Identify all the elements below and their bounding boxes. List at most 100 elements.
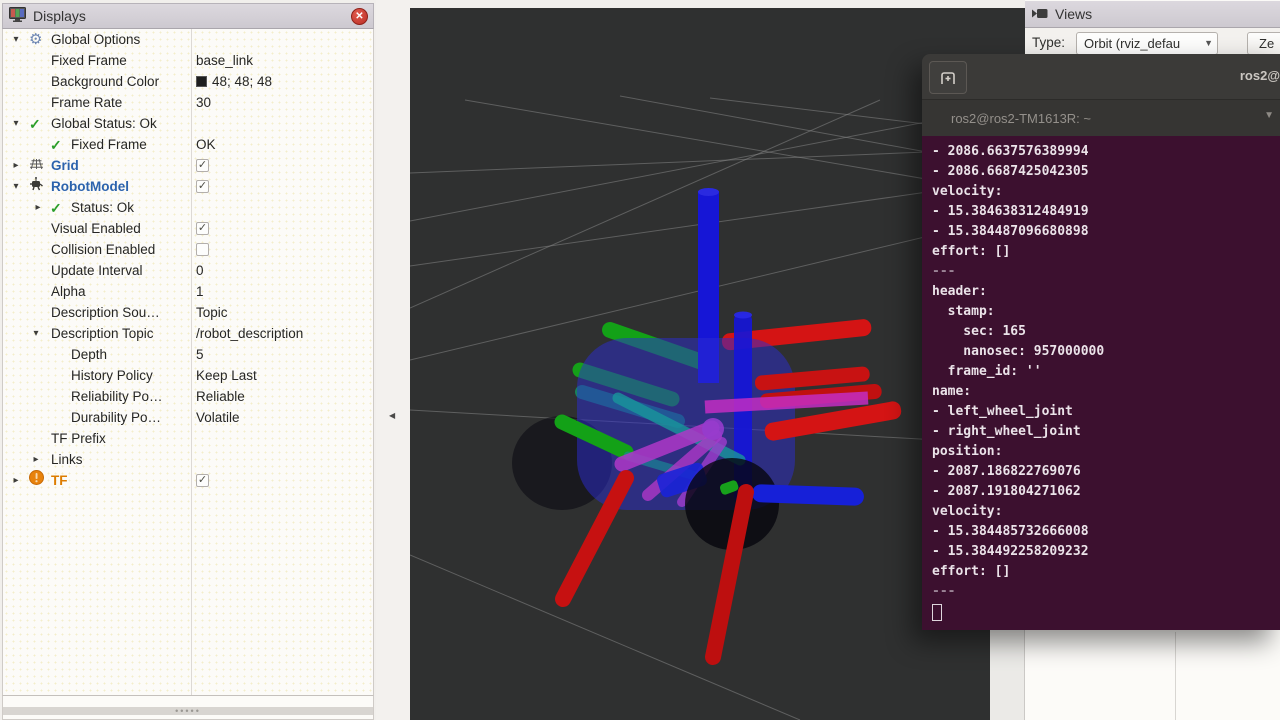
views-scroll-gutter[interactable] (990, 630, 1025, 720)
tree-row-global-options[interactable]: ▾ ⚙ Global Options (3, 29, 373, 50)
collapse-panel-icon[interactable]: ◀ (389, 411, 395, 420)
terminal-line: velocity: (932, 182, 1276, 202)
tree-row-collision-enabled[interactable]: Collision Enabled (3, 239, 373, 260)
terminal-cursor (932, 604, 942, 621)
tree-row-description-topic[interactable]: ▾ Description Topic/robot_description (3, 323, 373, 344)
terminal-line: position: (932, 442, 1276, 462)
terminal-tab-bar[interactable]: ros2@ros2-TM1613R: ~ ▼ (922, 100, 1280, 136)
displays-dock: Displays ✕ ▾ ⚙ Global OptionsFixed Frame ba… (0, 0, 376, 720)
row-label: Global Options (51, 29, 140, 50)
row-value[interactable]: OK (196, 134, 216, 155)
row-label: History Policy (71, 365, 153, 386)
terminal-line: name: (932, 382, 1276, 402)
terminal-titlebar[interactable]: ros2@ (922, 54, 1280, 100)
expander-closed-icon[interactable]: ▸ (10, 155, 22, 176)
row-value[interactable]: 0 (196, 260, 204, 281)
terminal-line: - 2087.191804271062 (932, 482, 1276, 502)
row-value[interactable]: Keep Last (196, 365, 257, 386)
zero-button[interactable]: Ze (1247, 32, 1280, 55)
row-checkbox[interactable]: ✓ (196, 222, 209, 235)
expander-closed-icon[interactable]: ▸ (30, 449, 42, 470)
displays-panel-header[interactable]: Displays ✕ (2, 3, 374, 29)
row-value[interactable]: 1 (196, 281, 204, 302)
row-value[interactable]: 30 (196, 92, 211, 113)
expander-closed-icon[interactable]: ▸ (32, 197, 44, 218)
tree-row-alpha[interactable]: Alpha1 (3, 281, 373, 302)
tree-row-background-color[interactable]: Background Color 48; 48; 48 (3, 71, 373, 92)
terminal-output[interactable]: - 2086.6637576389994- 2086.6687425042305… (922, 136, 1280, 630)
expander-open-icon[interactable]: ▾ (10, 176, 22, 197)
terminal-line: header: (932, 282, 1276, 302)
close-icon[interactable]: ✕ (351, 8, 368, 25)
row-checkbox[interactable]: ✓ (196, 180, 209, 193)
row-value[interactable]: /robot_description (196, 323, 303, 344)
tree-row-robotmodel[interactable]: ▾ RobotModel ✓ (3, 176, 373, 197)
tree-row-fixed-frame[interactable]: Fixed Frame base_link (3, 50, 373, 71)
expander-open-icon[interactable]: ▾ (10, 113, 22, 134)
panel-splitter-handle[interactable]: ••••• (3, 707, 373, 715)
row-label: Reliability Po… (71, 386, 163, 407)
row-label: Durability Po… (71, 407, 161, 428)
dock-resize-gutter[interactable]: ◀ (376, 0, 410, 720)
expander-open-icon[interactable]: ▾ (30, 323, 42, 344)
status-ok-check-icon: ✓ (29, 117, 41, 131)
status-ok-check-icon: ✓ (50, 138, 62, 152)
displays-icon (9, 7, 26, 25)
tree-row-description-sou-[interactable]: Description Sou…Topic (3, 302, 373, 323)
row-label: Description Topic (51, 323, 154, 344)
terminal-line: nanosec: 957000000 (932, 342, 1276, 362)
type-label: Type: (1032, 35, 1065, 50)
row-label: Fixed Frame (51, 50, 127, 71)
new-tab-button[interactable] (929, 61, 967, 94)
row-checkbox[interactable]: ✓ (196, 474, 209, 487)
tree-row-update-interval[interactable]: Update Interval0 (3, 260, 373, 281)
terminal-line: - 2087.186822769076 (932, 462, 1276, 482)
row-value[interactable]: 48; 48; 48 (196, 71, 272, 92)
expander-open-icon[interactable]: ▾ (10, 29, 22, 50)
terminal-line: - 15.384485732666008 (932, 522, 1276, 542)
row-label: Global Status: Ok (51, 113, 157, 134)
row-label: Background Color (51, 71, 159, 92)
terminal-window[interactable]: ros2@ ros2@ros2-TM1613R: ~ ▼ - 2086.6637… (922, 54, 1280, 630)
tree-row-fixed-frame[interactable]: ✓Fixed FrameOK (3, 134, 373, 155)
view-type-dropdown[interactable]: Orbit (rviz_defau ▼ (1076, 32, 1218, 55)
tree-row-tf[interactable]: ▸TF✓ (3, 470, 373, 491)
terminal-line: sec: 165 (932, 322, 1276, 342)
terminal-line: - left_wheel_joint (932, 402, 1276, 422)
tree-row-durability-po-[interactable]: Durability Po… Volatile (3, 407, 373, 428)
terminal-tab-title[interactable]: ros2@ros2-TM1613R: ~ (951, 111, 1091, 126)
tree-row-tf-prefix[interactable]: TF Prefix (3, 428, 373, 449)
robot-icon (29, 176, 43, 197)
row-label: RobotModel (51, 176, 129, 197)
row-value[interactable]: base_link (196, 50, 253, 71)
displays-tree[interactable]: ▾⚙Global OptionsFixed Framebase_linkBack… (2, 29, 374, 695)
tree-row-grid[interactable]: ▸Grid✓ (3, 155, 373, 176)
tree-row-history-policy[interactable]: History Policy Keep Last (3, 365, 373, 386)
tree-row-status-ok[interactable]: ▸✓Status: Ok (3, 197, 373, 218)
row-value[interactable]: 5 (196, 344, 204, 365)
tree-row-frame-rate[interactable]: Frame Rate30 (3, 92, 373, 113)
terminal-line: velocity: (932, 502, 1276, 522)
tree-row-visual-enabled[interactable]: Visual Enabled✓ (3, 218, 373, 239)
row-value[interactable]: Volatile (196, 407, 240, 428)
row-label: Status: Ok (71, 197, 134, 218)
tf-warning-icon (29, 470, 44, 491)
row-value[interactable]: Reliable (196, 386, 245, 407)
tree-row-links[interactable]: ▸Links (3, 449, 373, 470)
grid-icon (29, 155, 44, 176)
expander-closed-icon[interactable]: ▸ (10, 470, 22, 491)
row-checkbox[interactable]: ✓ (196, 159, 209, 172)
tab-list-chevron-icon[interactable]: ▼ (1264, 110, 1274, 121)
tree-row-depth[interactable]: Depth 5 (3, 344, 373, 365)
row-label: Depth (71, 344, 107, 365)
color-swatch (196, 76, 207, 87)
row-checkbox[interactable] (196, 243, 209, 256)
row-value[interactable]: Topic (196, 302, 228, 323)
tree-row-reliability-po-[interactable]: Reliability Po… Reliable (3, 386, 373, 407)
terminal-line: effort: [] (932, 562, 1276, 582)
views-list-divider (1175, 632, 1176, 720)
gear-icon: ⚙ (29, 32, 42, 47)
terminal-line: - right_wheel_joint (932, 422, 1276, 442)
views-panel-header[interactable]: Views (1025, 1, 1280, 28)
tree-row-global-status-ok[interactable]: ▾ ✓ Global Status: Ok (3, 113, 373, 134)
